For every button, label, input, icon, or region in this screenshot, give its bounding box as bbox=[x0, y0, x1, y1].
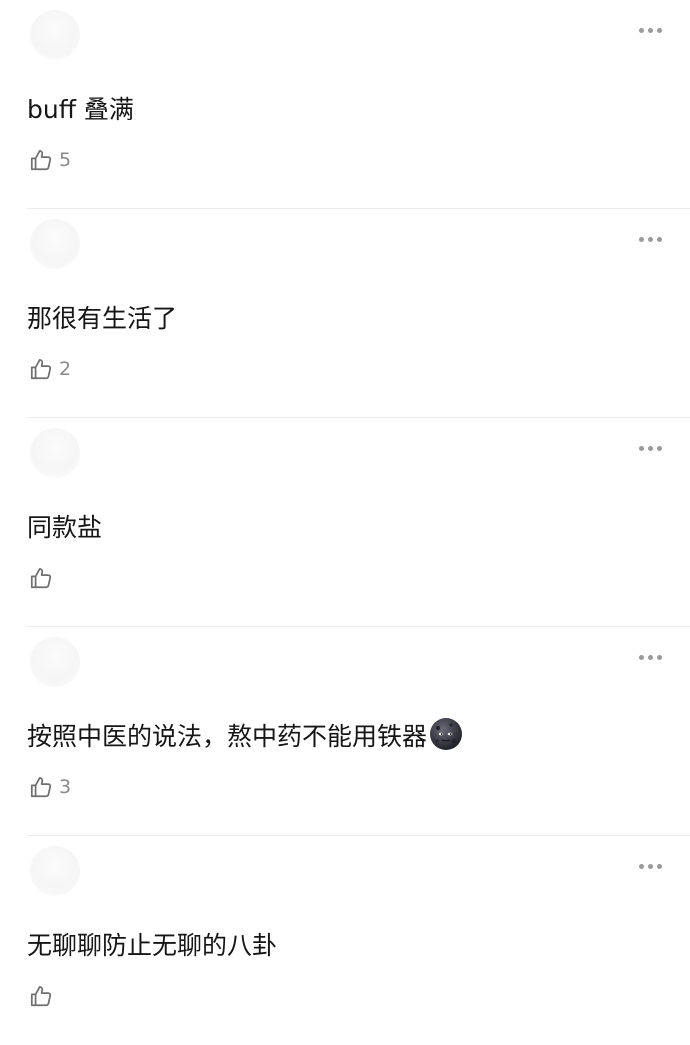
comment-text: 同款盐 bbox=[27, 506, 102, 550]
comment-item: buff 叠满 5 bbox=[0, 0, 690, 209]
like-row bbox=[27, 982, 59, 1010]
more-dots-icon bbox=[638, 654, 644, 660]
more-dot bbox=[656, 27, 662, 33]
thumbs-up-icon bbox=[30, 986, 52, 1007]
comment-text-content: 无聊聊防止无聊的八卦 bbox=[27, 931, 278, 960]
more-dot bbox=[656, 445, 662, 451]
comment-item: 按照中医的说法，熬中药不能用铁器 3 bbox=[0, 627, 690, 836]
like-row: 3 bbox=[27, 773, 71, 801]
like-button[interactable] bbox=[27, 146, 55, 174]
comment-text-content: 那很有生活了 bbox=[27, 304, 178, 333]
comment-text: 无聊聊防止无聊的八卦 bbox=[27, 924, 277, 968]
comment-text-content: 同款盐 bbox=[27, 513, 103, 542]
avatar[interactable] bbox=[30, 637, 80, 687]
more-dot bbox=[647, 236, 653, 242]
more-dots-icon bbox=[638, 27, 644, 33]
comment-text: 那很有生活了 bbox=[27, 297, 177, 341]
like-count: 5 bbox=[59, 149, 72, 171]
thumbs-up-icon bbox=[30, 568, 52, 589]
like-button[interactable] bbox=[27, 982, 55, 1010]
more-options-button[interactable] bbox=[632, 231, 668, 247]
comment-text: buff 叠满 bbox=[27, 88, 134, 132]
more-dot bbox=[647, 445, 653, 451]
comment-list: buff 叠满 5 那很有生活了 2 同款盐 按照中医的说法，熬中药不能用铁器 … bbox=[0, 0, 690, 1016]
like-count: 2 bbox=[59, 358, 72, 380]
avatar[interactable] bbox=[30, 428, 80, 478]
more-dot bbox=[656, 863, 662, 869]
avatar[interactable] bbox=[30, 219, 80, 269]
like-row bbox=[27, 564, 59, 592]
more-dot bbox=[647, 863, 653, 869]
more-dots-icon bbox=[638, 236, 644, 242]
more-options-button[interactable] bbox=[632, 22, 668, 38]
more-dots-icon bbox=[638, 863, 644, 869]
like-button[interactable] bbox=[27, 564, 55, 592]
like-count: 3 bbox=[59, 776, 72, 798]
comment-item: 同款盐 bbox=[0, 418, 690, 627]
more-dot bbox=[656, 236, 662, 242]
thumbs-up-icon bbox=[30, 777, 52, 798]
comment-item: 那很有生活了 2 bbox=[0, 209, 690, 418]
like-row: 5 bbox=[27, 146, 71, 174]
avatar[interactable] bbox=[30, 10, 80, 60]
more-dot bbox=[647, 27, 653, 33]
comment-text-content: buff 叠满 bbox=[27, 95, 134, 124]
more-options-button[interactable] bbox=[632, 858, 668, 874]
comment-text-content: 按照中医的说法，熬中药不能用铁器 bbox=[27, 722, 428, 751]
new-moon-face-emoji-icon bbox=[430, 718, 463, 750]
comment-text: 按照中医的说法，熬中药不能用铁器 bbox=[27, 715, 463, 759]
avatar[interactable] bbox=[30, 846, 80, 896]
like-button[interactable] bbox=[27, 355, 55, 383]
more-options-button[interactable] bbox=[632, 440, 668, 456]
more-dots-icon bbox=[638, 445, 644, 451]
like-button[interactable] bbox=[27, 773, 55, 801]
like-row: 2 bbox=[27, 355, 71, 383]
more-dot bbox=[656, 654, 662, 660]
comment-item: 无聊聊防止无聊的八卦 bbox=[0, 836, 690, 1045]
thumbs-up-icon bbox=[30, 359, 52, 380]
thumbs-up-icon bbox=[30, 150, 52, 171]
more-options-button[interactable] bbox=[632, 649, 668, 665]
more-dot bbox=[647, 654, 653, 660]
